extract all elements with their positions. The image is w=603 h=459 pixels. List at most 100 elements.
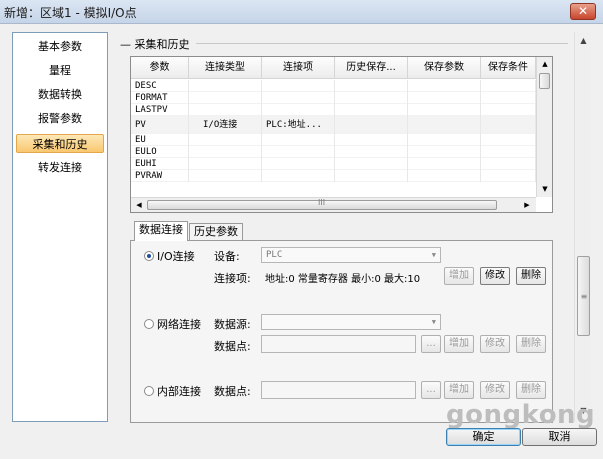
table-row[interactable]: DESC bbox=[131, 80, 536, 92]
grip-icon: III bbox=[318, 198, 326, 207]
cell-conn-type: I/O连接 bbox=[189, 116, 262, 134]
sidebar-item-range[interactable]: 量程 bbox=[16, 61, 104, 80]
data-source-label: 数据源: bbox=[214, 318, 251, 331]
cell-param: EUHI bbox=[131, 158, 189, 170]
cell-history-save bbox=[335, 134, 408, 146]
cell-save-params bbox=[408, 170, 481, 182]
sidebar: 基本参数 量程 数据转换 报警参数 采集和历史 转发连接 bbox=[12, 32, 108, 422]
io-connection-label: I/O连接 bbox=[157, 250, 195, 263]
cell-param: EU bbox=[131, 134, 189, 146]
scroll-right-icon[interactable]: ▶ bbox=[521, 199, 533, 211]
cell-save-condition bbox=[481, 116, 536, 134]
internal-add-button[interactable]: 增加 bbox=[444, 381, 474, 399]
column-header-save-params[interactable]: 保存参数 bbox=[408, 57, 481, 79]
device-label: 设备: bbox=[214, 250, 240, 263]
internal-connection-radio[interactable] bbox=[144, 386, 154, 396]
grid-vertical-scrollbar[interactable]: ▲ ▼ bbox=[536, 57, 552, 197]
cell-save-params bbox=[408, 158, 481, 170]
internal-edit-button[interactable]: 修改 bbox=[480, 381, 510, 399]
data-point-label: 数据点: bbox=[214, 340, 251, 353]
tab-data-connection[interactable]: 数据连接 bbox=[134, 221, 188, 241]
cell-save-params bbox=[408, 134, 481, 146]
cell-conn-item: PLC:地址... bbox=[262, 116, 335, 134]
io-edit-button[interactable]: 修改 bbox=[480, 267, 510, 285]
cell-history-save bbox=[335, 146, 408, 158]
sidebar-item-data-conversion[interactable]: 数据转换 bbox=[16, 85, 104, 104]
cell-history-save bbox=[335, 116, 408, 134]
cell-conn-type bbox=[189, 170, 262, 182]
io-add-button[interactable]: 增加 bbox=[444, 267, 474, 285]
grid-horizontal-scrollbar[interactable]: ◀ III ▶ bbox=[131, 197, 536, 212]
device-select[interactable]: PLC ▼ bbox=[261, 247, 441, 263]
cell-save-params bbox=[408, 116, 481, 134]
table-row[interactable]: EUHI bbox=[131, 158, 536, 170]
title-bar: 新增：区域1 - 模拟I/O点 ✕ bbox=[0, 0, 603, 24]
column-header-param[interactable]: 参数 bbox=[131, 57, 189, 79]
network-add-button[interactable]: 增加 bbox=[444, 335, 474, 353]
sidebar-item-alarm-params[interactable]: 报警参数 bbox=[16, 109, 104, 128]
cell-save-condition bbox=[481, 92, 536, 104]
network-browse-button[interactable]: ... bbox=[421, 335, 441, 353]
table-row[interactable]: FORMAT bbox=[131, 92, 536, 104]
table-row[interactable]: EULO bbox=[131, 146, 536, 158]
internal-data-point-field[interactable] bbox=[261, 381, 416, 399]
cell-save-params bbox=[408, 80, 481, 92]
chevron-down-icon: ▼ bbox=[431, 251, 436, 259]
cell-save-params bbox=[408, 104, 481, 116]
connection-item-value: 地址:0 常量寄存器 最小:0 最大:10 bbox=[265, 274, 421, 285]
tab-history-params[interactable]: 历史参数 bbox=[189, 223, 243, 240]
cell-save-condition bbox=[481, 170, 536, 182]
table-row[interactable]: PVRAW bbox=[131, 170, 536, 182]
cell-param: PVRAW bbox=[131, 170, 189, 182]
scroll-down-icon[interactable]: ▼ bbox=[537, 183, 552, 195]
cell-history-save bbox=[335, 92, 408, 104]
close-button[interactable]: ✕ bbox=[570, 3, 596, 20]
scroll-left-icon[interactable]: ◀ bbox=[133, 199, 145, 211]
internal-data-point-label: 数据点: bbox=[214, 385, 251, 398]
network-delete-button[interactable]: 删除 bbox=[516, 335, 546, 353]
internal-connection-label: 内部连接 bbox=[157, 385, 201, 398]
column-header-history-save[interactable]: 历史保存... bbox=[335, 57, 408, 79]
column-header-conn-item[interactable]: 连接项 bbox=[262, 57, 335, 79]
parameter-grid: 参数 连接类型 连接项 历史保存... 保存参数 保存条件 DESC FORMA… bbox=[130, 56, 553, 213]
ok-button[interactable]: 确定 bbox=[446, 428, 521, 446]
scroll-up-icon[interactable]: ▲ bbox=[575, 34, 592, 48]
cell-conn-type bbox=[189, 92, 262, 104]
scroll-up-icon[interactable]: ▲ bbox=[537, 58, 552, 70]
cell-conn-item bbox=[262, 134, 335, 146]
scrollbar-thumb[interactable] bbox=[539, 73, 550, 89]
column-header-save-condition[interactable]: 保存条件 bbox=[481, 57, 536, 79]
cell-param: FORMAT bbox=[131, 92, 189, 104]
network-connection-label: 网络连接 bbox=[157, 318, 201, 331]
column-header-conn-type[interactable]: 连接类型 bbox=[189, 57, 262, 79]
sidebar-item-forward-connection[interactable]: 转发连接 bbox=[16, 158, 104, 177]
table-row[interactable]: EU bbox=[131, 134, 536, 146]
cell-save-params bbox=[408, 92, 481, 104]
sidebar-item-collection-history[interactable]: 采集和历史 bbox=[16, 134, 104, 153]
cell-save-condition bbox=[481, 158, 536, 170]
network-edit-button[interactable]: 修改 bbox=[480, 335, 510, 353]
cell-param: LASTPV bbox=[131, 104, 189, 116]
table-row-selected[interactable]: PV I/O连接 PLC:地址... bbox=[131, 116, 536, 134]
cell-conn-item bbox=[262, 146, 335, 158]
io-delete-button[interactable]: 删除 bbox=[516, 267, 546, 285]
cancel-button[interactable]: 取消 bbox=[522, 428, 597, 446]
panel-scrollbar[interactable]: ▲ ≡ ▼ bbox=[574, 32, 591, 422]
network-data-point-field[interactable] bbox=[261, 335, 416, 353]
scrollbar-thumb[interactable]: ≡ bbox=[577, 256, 590, 336]
section-divider bbox=[196, 43, 568, 44]
data-connection-panel: I/O连接 设备: PLC ▼ 连接项: 地址:0 常量寄存器 最小:0 最大:… bbox=[130, 240, 553, 423]
sidebar-item-basic-params[interactable]: 基本参数 bbox=[16, 37, 104, 56]
io-connection-radio[interactable] bbox=[144, 251, 154, 261]
chevron-down-icon: ▼ bbox=[431, 318, 436, 326]
table-row[interactable]: LASTPV bbox=[131, 104, 536, 116]
cell-history-save bbox=[335, 104, 408, 116]
section-title: — 采集和历史 bbox=[120, 36, 194, 52]
cell-conn-type bbox=[189, 146, 262, 158]
internal-browse-button[interactable]: ... bbox=[421, 381, 441, 399]
cell-save-condition bbox=[481, 104, 536, 116]
network-connection-radio[interactable] bbox=[144, 319, 154, 329]
data-source-select[interactable]: ▼ bbox=[261, 314, 441, 330]
scrollbar-thumb[interactable]: III bbox=[147, 198, 497, 210]
internal-delete-button[interactable]: 删除 bbox=[516, 381, 546, 399]
